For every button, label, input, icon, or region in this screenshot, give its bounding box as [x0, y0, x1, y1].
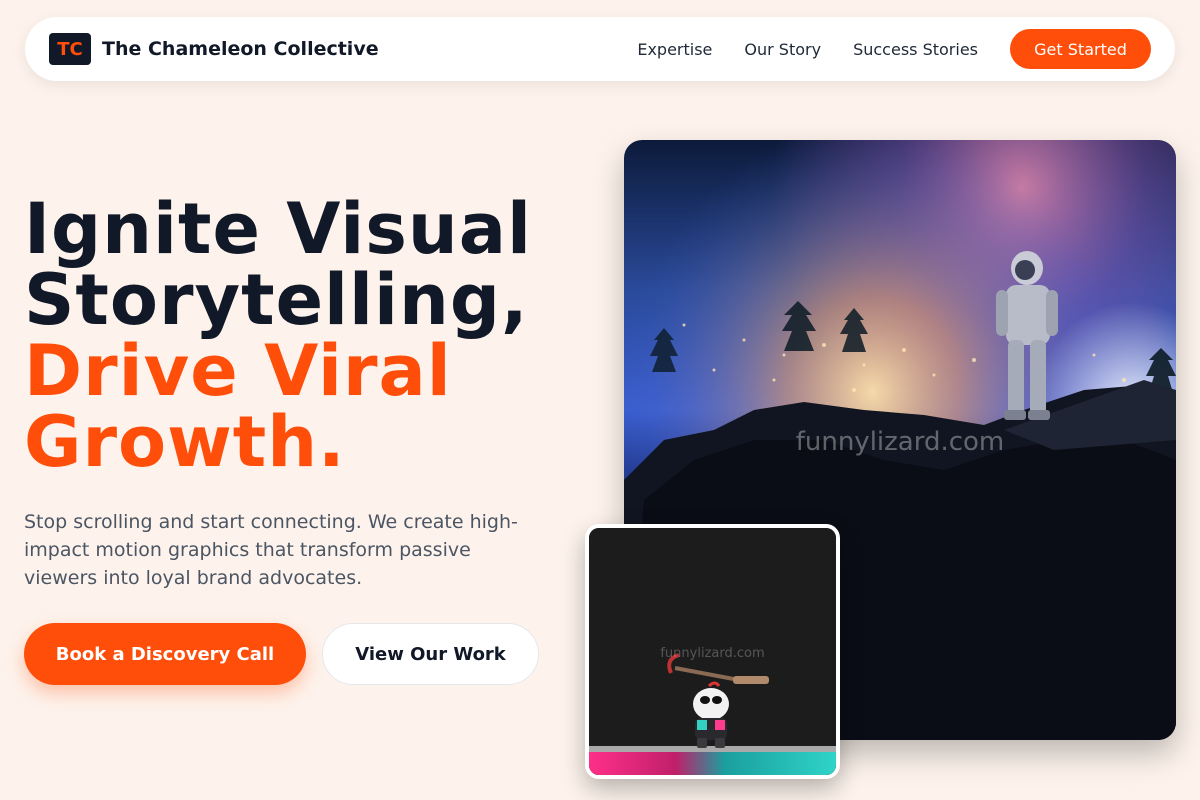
- hero-description: Stop scrolling and start connecting. We …: [24, 511, 518, 589]
- nav-link-our-story[interactable]: Our Story: [744, 40, 821, 59]
- nav-links: Expertise Our Story Success Stories Get …: [637, 29, 1151, 69]
- book-discovery-call-button[interactable]: Book a Discovery Call: [24, 623, 306, 685]
- hero-title: Ignite Visual Storytelling, Drive Viral …: [24, 194, 604, 478]
- get-started-button[interactable]: Get Started: [1010, 29, 1151, 69]
- brand-name: The Chameleon Collective: [102, 38, 379, 60]
- logo-mark: TC: [49, 33, 91, 65]
- hero-title-accent-line-2: Growth.: [24, 401, 346, 483]
- small-image-watermark: funnylizard.com: [660, 646, 765, 661]
- hero-title-accent-line-1: Drive Viral: [24, 330, 452, 412]
- hero-title-line-1: Ignite Visual: [24, 188, 532, 270]
- nav-link-success-stories[interactable]: Success Stories: [853, 40, 978, 59]
- navbar: TC The Chameleon Collective Expertise Ou…: [25, 17, 1175, 81]
- nav-link-expertise[interactable]: Expertise: [637, 40, 712, 59]
- hero-title-line-2: Storytelling,: [24, 259, 529, 341]
- hero-figurine-image: funnylizard.com: [585, 524, 840, 779]
- view-our-work-button[interactable]: View Our Work: [322, 623, 539, 685]
- brand[interactable]: TC The Chameleon Collective: [49, 33, 379, 65]
- main-image-watermark: funnylizard.com: [795, 427, 1005, 457]
- landing-page: TC The Chameleon Collective Expertise Ou…: [0, 0, 1200, 800]
